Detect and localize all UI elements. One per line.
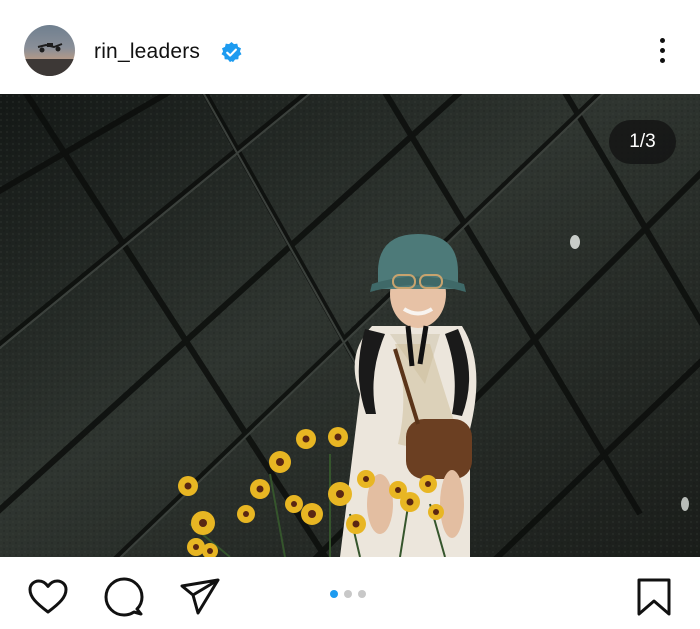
heart-icon[interactable] — [26, 575, 70, 619]
post-header: rin_leaders — [0, 0, 700, 94]
avatar[interactable] — [24, 25, 75, 76]
comment-icon[interactable] — [102, 575, 146, 619]
image-counter: 1/3 — [609, 120, 676, 164]
avatar-image — [24, 43, 75, 76]
photo-scene — [0, 94, 700, 557]
verified-badge-icon — [221, 41, 242, 63]
carousel-dot[interactable] — [358, 590, 366, 598]
username[interactable]: rin_leaders — [94, 40, 200, 64]
post-image[interactable] — [0, 94, 700, 557]
carousel-dot[interactable] — [344, 590, 352, 598]
carousel-dot[interactable] — [330, 590, 338, 598]
bookmark-icon[interactable] — [632, 575, 676, 619]
paper-plane-icon[interactable] — [178, 575, 222, 619]
more-options-icon[interactable] — [653, 36, 673, 66]
